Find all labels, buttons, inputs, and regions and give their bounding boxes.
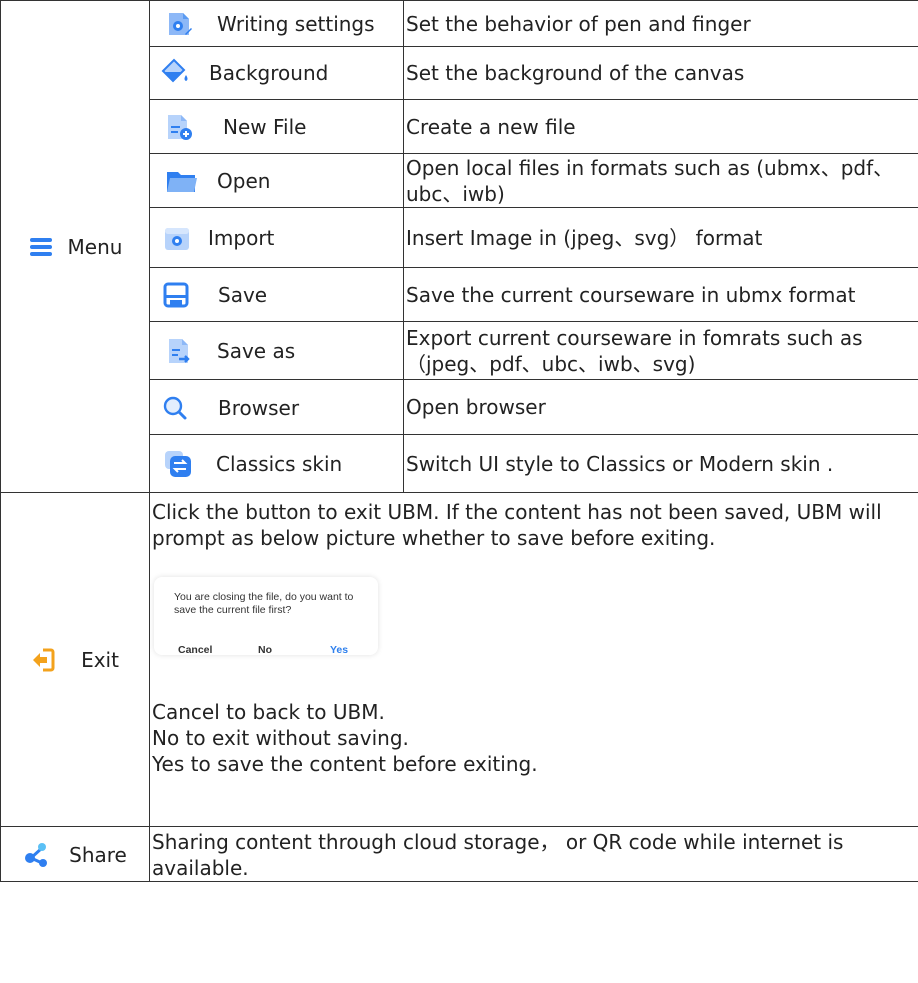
table-row: Share Sharing content through cloud stor… (0, 826, 918, 882)
writing-settings-icon (165, 10, 193, 38)
menu-cell: Menu (0, 0, 150, 493)
search-icon (162, 395, 188, 421)
feature-save: Save (149, 267, 404, 322)
feature-classics-skin: Classics skin (149, 434, 404, 493)
import-image-icon (163, 224, 191, 252)
exit-description-cell: Click the button to exit UBM. If the con… (149, 492, 918, 827)
dialog-message: You are closing the file, do you want to… (174, 591, 354, 616)
exit-option-line: No to exit without saving. (152, 726, 409, 750)
feature-save-as: Save as (149, 321, 404, 380)
feature-label: Classics skin (216, 451, 343, 476)
exit-option-line: Yes to save the content before exiting. (152, 752, 538, 776)
feature-description: Save the current courseware in ubmx form… (403, 267, 918, 322)
feature-description: Set the background of the canvas (403, 46, 918, 100)
feature-label: Background (209, 61, 329, 85)
feature-description: Set the behavior of pen and finger (403, 0, 918, 47)
table-row: Menu Writing settings Set the behavior o… (0, 0, 918, 493)
feature-description: Export current courseware in fomrats suc… (403, 321, 918, 380)
feature-label: Browser (218, 395, 300, 420)
exit-description: Click the button to exit UBM. If the con… (152, 500, 882, 550)
exit-icon (31, 648, 55, 672)
table-row: Exit Click the button to exit UBM. If th… (0, 492, 918, 827)
dialog-cancel-button[interactable]: Cancel (178, 637, 212, 663)
feature-description: Switch UI style to Classics or Modern sk… (403, 434, 918, 493)
exit-option-line: Cancel to back to UBM. (152, 700, 385, 724)
feature-description: Create a new file (403, 99, 918, 154)
dialog-no-button[interactable]: No (258, 637, 272, 663)
feature-label: Save as (217, 338, 296, 363)
share-icon (23, 842, 49, 868)
feature-label: Save (218, 283, 268, 308)
feature-label: New File (223, 114, 307, 139)
feature-new-file: New File (149, 99, 404, 154)
feature-writing-settings: Writing settings (149, 0, 404, 47)
save-as-icon (165, 337, 193, 365)
feature-description: Open local files in formats such as (ubm… (403, 153, 918, 208)
feature-description: Open browser (403, 379, 918, 435)
share-label: Share (69, 842, 127, 867)
exit-cell: Exit (0, 492, 150, 827)
switch-skin-icon (164, 450, 192, 478)
folder-icon (165, 166, 199, 196)
dialog-yes-button[interactable]: Yes (330, 637, 348, 663)
feature-open: Open (149, 153, 404, 208)
feature-description: Insert Image in (jpeg、svg） format (403, 207, 918, 268)
feature-label: Open (217, 168, 271, 193)
feature-label: Import (208, 225, 275, 250)
hamburger-menu-icon (28, 234, 54, 260)
exit-label: Exit (81, 648, 119, 673)
feature-import: Import (149, 207, 404, 268)
feature-browser: Browser (149, 379, 404, 435)
feature-label: Writing settings (217, 11, 375, 36)
save-prompt-dialog: You are closing the file, do you want to… (154, 577, 378, 656)
menu-label: Menu (67, 235, 123, 260)
feature-table: Menu Writing settings Set the behavior o… (0, 0, 918, 882)
exit-options: Cancel to back to UBM. No to exit withou… (150, 655, 918, 789)
share-description: Sharing content through cloud storage， o… (149, 826, 918, 882)
share-cell: Share (0, 826, 150, 882)
save-icon (163, 282, 189, 308)
paint-bucket-icon (159, 57, 191, 89)
new-file-icon (165, 113, 193, 141)
feature-background: Background (149, 46, 404, 100)
